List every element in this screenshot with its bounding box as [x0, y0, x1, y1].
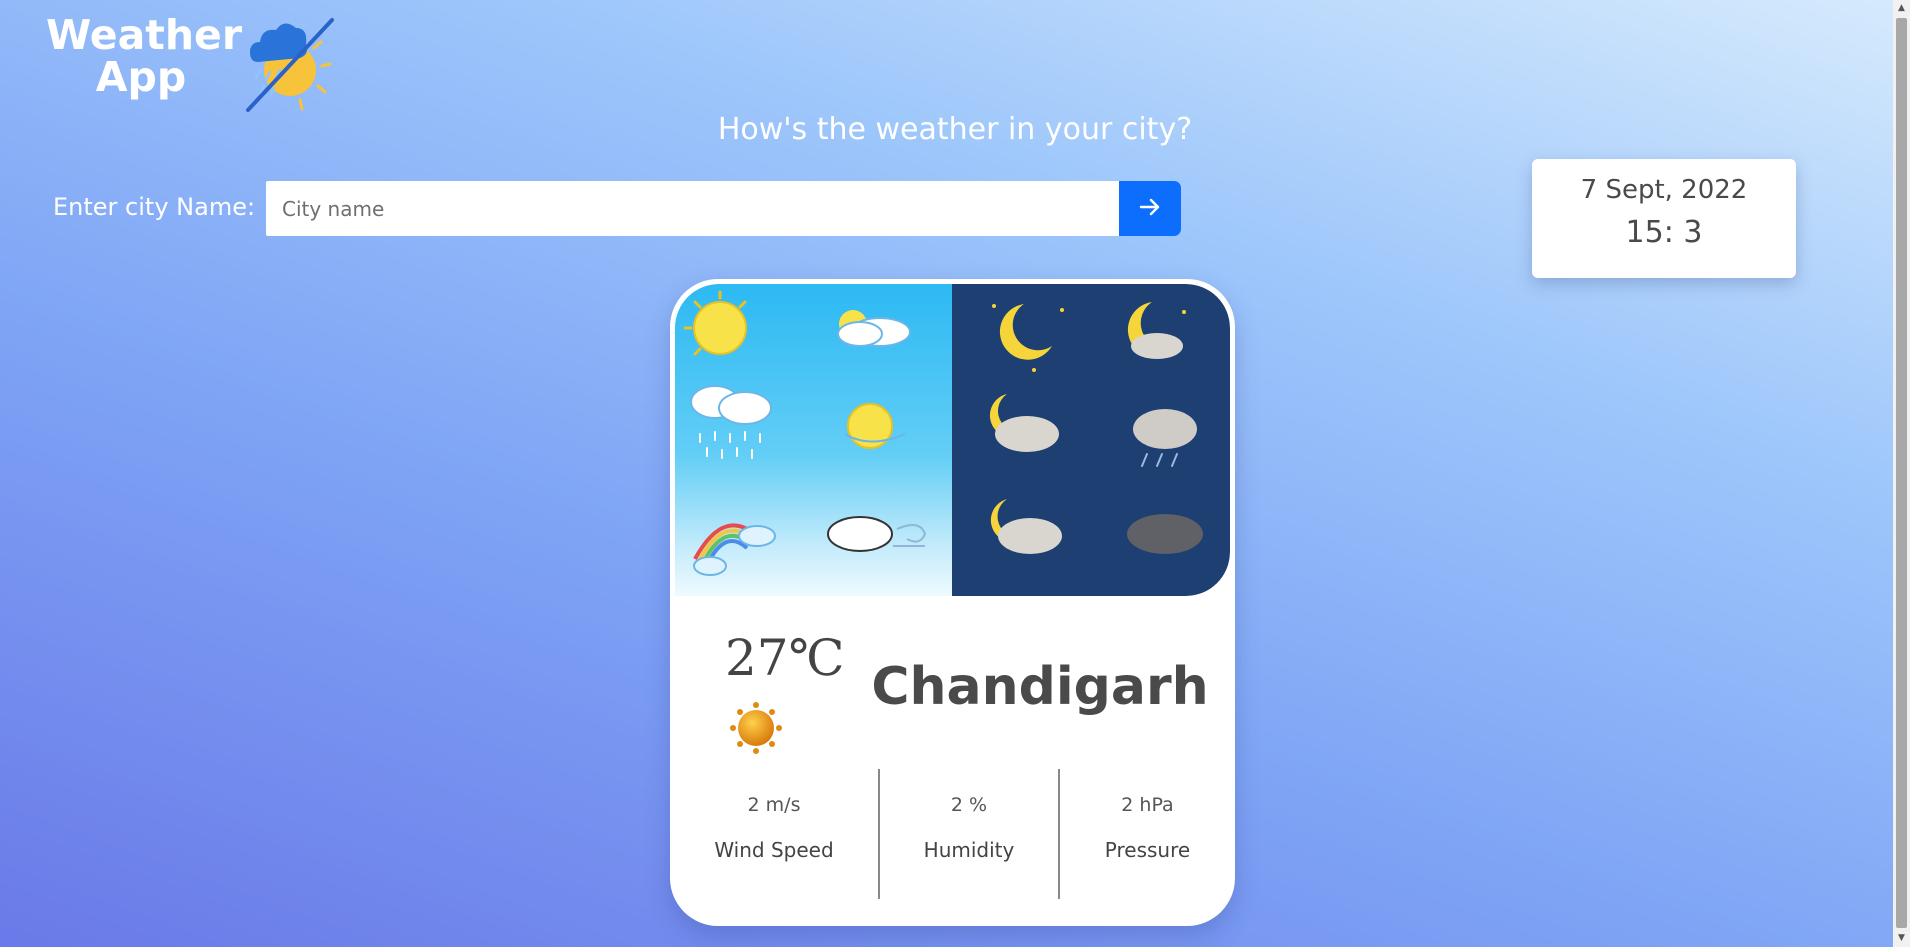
current-date: 7 Sept, 2022 — [1580, 175, 1748, 205]
sun-icon — [730, 702, 782, 758]
rain-sun-logo-icon — [244, 14, 344, 118]
wind-speed-stat: 2 m/s Wind Speed — [670, 769, 878, 899]
arrow-right-icon — [1138, 195, 1162, 223]
humidity-stat: 2 % Humidity — [880, 769, 1058, 899]
wind-speed-value: 2 m/s — [747, 794, 801, 816]
weather-stats: 2 m/s Wind Speed 2 % Humidity 2 hPa Pres… — [670, 769, 1235, 899]
page-headline: How's the weather in your city? — [717, 112, 1193, 147]
page-scrollbar[interactable]: ▲ ▼ — [1893, 0, 1910, 947]
city-input-label: Enter city Name: — [53, 193, 256, 221]
pressure-stat: 2 hPa Pressure — [1060, 769, 1235, 899]
scroll-up-icon[interactable]: ▲ — [1893, 0, 1910, 17]
pressure-label: Pressure — [1104, 838, 1191, 862]
weather-card: 27℃ Chandigarh 2 m/s Wind Speed 2 % Humi… — [670, 279, 1235, 926]
weather-illustration — [675, 284, 1230, 596]
humidity-label: Humidity — [923, 838, 1015, 862]
day-weather-illustration — [675, 284, 952, 596]
humidity-value: 2 % — [950, 794, 988, 816]
scroll-down-icon[interactable]: ▼ — [1893, 930, 1910, 947]
search-submit-button[interactable] — [1119, 181, 1181, 236]
wind-speed-label: Wind Speed — [714, 838, 834, 862]
scrollbar-thumb[interactable] — [1896, 18, 1907, 928]
city-name: Chandigarh — [871, 657, 1209, 717]
datetime-box: 7 Sept, 2022 15: 3 — [1532, 159, 1796, 278]
night-weather-illustration — [952, 284, 1230, 596]
app-logo: Weather App — [46, 14, 346, 114]
pressure-value: 2 hPa — [1121, 794, 1174, 816]
city-search-input[interactable] — [266, 181, 1120, 236]
app-title: Weather App — [46, 11, 243, 101]
current-time: 15: 3 — [1625, 215, 1703, 250]
temperature-value: 27℃ — [725, 629, 845, 687]
